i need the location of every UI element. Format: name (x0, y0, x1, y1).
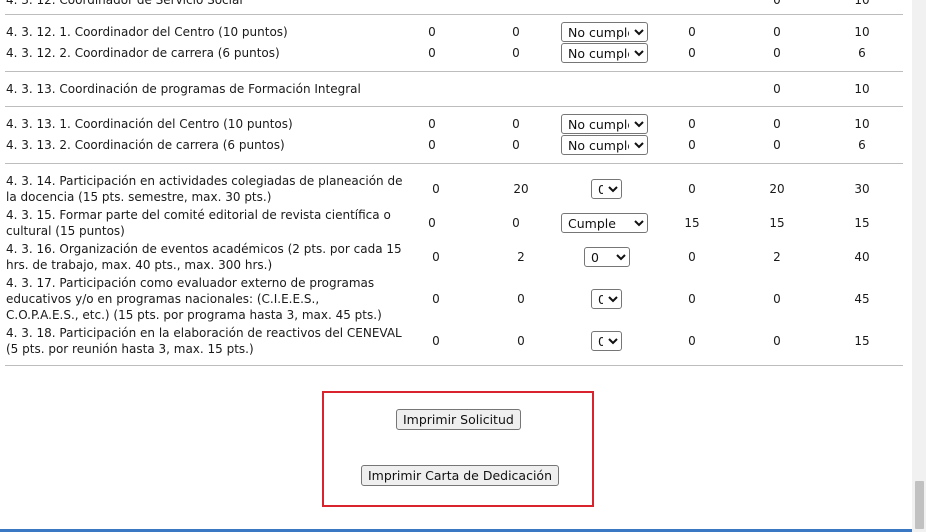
cell-value: 0 (773, 46, 781, 60)
cell-value: 0 (428, 138, 436, 152)
cell-value: 0 (688, 25, 696, 39)
row-description: 4. 3. 17. Participación como evaluador e… (6, 276, 375, 290)
cell-value: 0 (428, 117, 436, 131)
row-description: 4. 3. 13. 1. Coordinación del Centro (10… (6, 117, 293, 131)
cell-value: 15 (769, 216, 785, 230)
row-description: 4. 3. 15. Formar parte del comité editor… (6, 208, 391, 222)
cell-value: 0 (688, 292, 696, 306)
compliance-select[interactable]: No cumple (561, 22, 648, 42)
row-description: C.O.P.A.E.S., etc.) (15 pts. por program… (6, 308, 382, 322)
cell-value: 15 (854, 334, 870, 348)
cell-value: 2 (517, 250, 525, 264)
row-description: 4. 3. 12. 2. Coordinador de carrera (6 p… (6, 46, 280, 60)
cell-value: 0 (773, 25, 781, 39)
cell-value: 6 (858, 138, 866, 152)
divider (5, 163, 903, 164)
row-description: 4. 3. 18. Participación en la elaboració… (6, 326, 402, 340)
cell-value: 0 (773, 117, 781, 131)
cell-value: 0 (688, 138, 696, 152)
cell-value: 10 (854, 117, 870, 131)
cell-value: 10 (854, 25, 870, 39)
divider (5, 365, 903, 366)
evaluation-table: 4. 3. 12. Coordinador de Servicio Social… (0, 0, 912, 532)
cell-value: 0 (428, 216, 436, 230)
compliance-select[interactable]: No cumple (561, 135, 648, 155)
cell-value: 0 (432, 250, 440, 264)
cell-value: 0 (432, 334, 440, 348)
cell-value: 20 (769, 182, 785, 196)
divider (5, 106, 903, 107)
cell-value: 30 (854, 182, 870, 196)
points-select[interactable]: 0 (591, 179, 622, 199)
row-description: cultural (15 puntos) (6, 224, 125, 238)
cell-value: 15 (684, 216, 700, 230)
points-select[interactable]: 0 (591, 331, 622, 351)
cell-value: 2 (773, 250, 781, 264)
cell-value: 15 (854, 216, 870, 230)
row-description: 4. 3. 14. Participación en actividades c… (6, 174, 403, 188)
cell-value: 0 (517, 334, 525, 348)
cell-value: 0 (688, 250, 696, 264)
cell-value: 0 (517, 292, 525, 306)
cell-value: 0 (512, 117, 520, 131)
points-select[interactable]: 0 (584, 247, 630, 267)
cell-value: 0 (512, 138, 520, 152)
cell-value: 0 (512, 216, 520, 230)
compliance-select[interactable]: No cumple (561, 43, 648, 63)
cell-value: 10 (854, 82, 870, 96)
row-description: 4. 3. 13. Coordinación de programas de F… (6, 82, 361, 96)
row-description: hrs. de trabajo, max. 40 pts., max. 300 … (6, 258, 273, 272)
scrollbar-thumb[interactable] (915, 481, 924, 529)
cell-value: 0 (688, 46, 696, 60)
row-description: 4. 3. 16. Organización de eventos académ… (6, 242, 402, 256)
cell-value: 45 (854, 292, 870, 306)
divider (5, 14, 903, 15)
compliance-select[interactable]: No cumple (561, 114, 648, 134)
cell-value: 0 (773, 82, 781, 96)
cell-value: 0 (773, 138, 781, 152)
compliance-select[interactable]: Cumple (561, 213, 648, 233)
cell-value: 10 (854, 0, 870, 7)
row-description: la docencia (15 pts. semestre, max. 30 p… (6, 190, 272, 204)
row-description: 4. 3. 13. 2. Coordinación de carrera (6 … (6, 138, 285, 152)
cell-value: 0 (773, 0, 781, 7)
cell-value: 0 (512, 46, 520, 60)
cell-value: 0 (773, 334, 781, 348)
row-description: 4. 3. 12. 1. Coordinador del Centro (10 … (6, 25, 288, 39)
cell-value: 0 (688, 182, 696, 196)
cell-value: 0 (428, 25, 436, 39)
cell-value: 0 (773, 292, 781, 306)
cell-value: 0 (688, 117, 696, 131)
row-description: (5 pts. por reunión hasta 3, max. 15 pts… (6, 342, 254, 356)
row-description: educativos y/o en programas nacionales: … (6, 292, 320, 306)
cell-value: 0 (688, 334, 696, 348)
cell-value: 0 (432, 292, 440, 306)
cell-value: 6 (858, 46, 866, 60)
vertical-scrollbar[interactable] (912, 0, 926, 532)
cell-value: 40 (854, 250, 870, 264)
cell-value: 0 (428, 46, 436, 60)
print-request-button[interactable]: Imprimir Solicitud (396, 409, 521, 430)
cell-value: 0 (432, 182, 440, 196)
print-dedication-letter-button[interactable]: Imprimir Carta de Dedicación (361, 465, 560, 486)
cell-value: 0 (512, 25, 520, 39)
row-description: 4. 3. 12. Coordinador de Servicio Social (6, 0, 243, 7)
divider (5, 71, 903, 72)
cell-value: 20 (513, 182, 529, 196)
points-select[interactable]: 0 (591, 289, 622, 309)
